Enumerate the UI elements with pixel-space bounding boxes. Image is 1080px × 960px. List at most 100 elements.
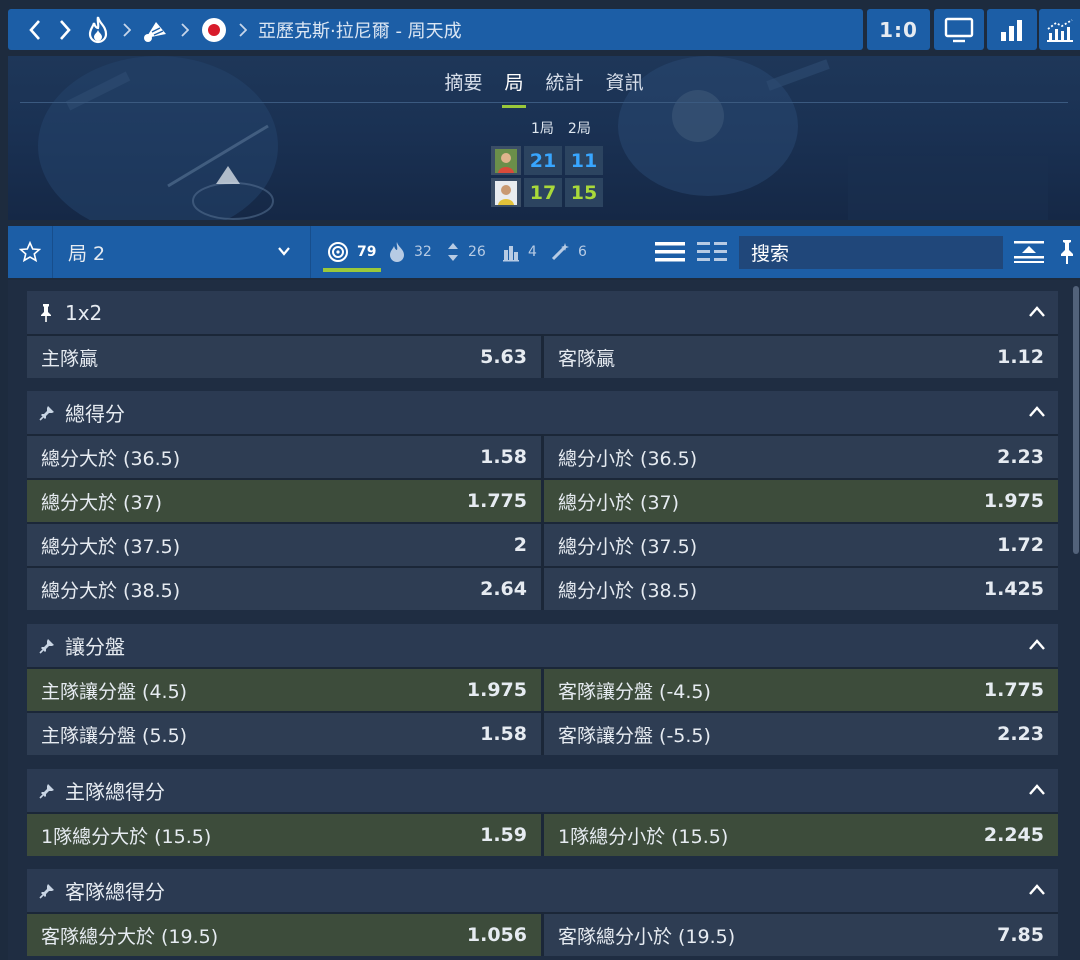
back-arrow-icon[interactable] [20, 15, 50, 45]
pin-outline-icon[interactable] [39, 783, 65, 799]
market-row: 客隊總分大於 (19.5) 1.056 客隊總分小於 (19.5) 7.85 [27, 914, 1058, 956]
market-header[interactable]: 1x2 [27, 291, 1058, 334]
scrollbar-thumb[interactable] [1073, 286, 1079, 554]
tab-sets[interactable]: 局 [502, 68, 526, 108]
filter-over-under-count: 26 [468, 244, 486, 260]
odds-button[interactable]: 1隊總分小於 (15.5) 2.245 [544, 814, 1058, 856]
market-header[interactable]: 總得分 [27, 391, 1058, 434]
odds-button[interactable]: 總分大於 (36.5) 1.58 [27, 436, 541, 478]
filter-popular[interactable]: 32 [388, 226, 432, 278]
odds-button[interactable]: 總分小於 (37.5) 1.72 [544, 524, 1058, 566]
statistics-button[interactable] [987, 9, 1037, 50]
selection-label: 總分小於 (37.5) [558, 535, 698, 558]
favorite-star-icon[interactable] [8, 226, 53, 278]
live-fire-icon[interactable] [80, 14, 116, 46]
odds-button[interactable]: 主隊讓分盤 (5.5) 1.58 [27, 713, 541, 755]
fire-icon [390, 242, 404, 262]
filter-specials[interactable]: 6 [550, 226, 587, 278]
selection-label: 1隊總分大於 (15.5) [41, 825, 212, 848]
odds-button[interactable]: 總分小於 (36.5) 2.23 [544, 436, 1058, 478]
odds-button[interactable]: 1隊總分大於 (15.5) 1.59 [27, 814, 541, 856]
market-header[interactable]: 客隊總得分 [27, 869, 1058, 912]
odds-value: 2.23 [997, 446, 1044, 468]
forward-arrow-icon[interactable] [50, 15, 80, 45]
away-set-2-score: 15 [565, 178, 603, 207]
market-header[interactable]: 主隊總得分 [27, 769, 1058, 812]
two-column-view-icon[interactable] [697, 241, 727, 267]
odds-button[interactable]: 客隊總分小於 (19.5) 7.85 [544, 914, 1058, 956]
market-home-total: 主隊總得分 1隊總分大於 (15.5) 1.59 1隊總分小於 (15.5) 2.2… [27, 769, 1058, 856]
pin-filled-icon[interactable] [39, 303, 65, 323]
set-period-select[interactable]: 局 2 [54, 226, 311, 278]
home-player-avatar [491, 146, 521, 175]
badminton-shuttlecock-icon[interactable] [138, 14, 174, 46]
odds-button[interactable]: 總分大於 (37) 1.775 [27, 480, 541, 522]
live-tracker-button[interactable] [1039, 9, 1080, 50]
chevron-down-icon [278, 247, 290, 256]
away-set-1-score: 17 [524, 178, 562, 207]
odds-button[interactable]: 總分小於 (37) 1.975 [544, 480, 1058, 522]
chevron-up-icon[interactable] [1028, 305, 1046, 319]
odds-value: 1.59 [480, 824, 527, 846]
tv-stream-button[interactable] [934, 9, 984, 50]
chevron-up-icon[interactable] [1028, 883, 1046, 897]
market-title: 主隊總得分 [65, 780, 165, 804]
odds-value: 1.425 [983, 578, 1044, 600]
pin-outline-icon[interactable] [39, 638, 65, 654]
bar-chart-icon [1001, 19, 1022, 41]
selection-label: 主隊贏 [41, 347, 99, 370]
stacked-bars-icon [503, 246, 519, 262]
market-header[interactable]: 讓分盤 [27, 624, 1058, 667]
tab-summary[interactable]: 摘要 [444, 68, 482, 101]
tab-info[interactable]: 資訊 [606, 68, 644, 101]
japan-flag-icon[interactable] [196, 14, 232, 46]
filter-over-under[interactable]: 26 [446, 226, 486, 278]
magic-wand-icon [551, 243, 569, 261]
selection-label: 1隊總分小於 (15.5) [558, 825, 729, 848]
away-player-row: 17 15 [491, 178, 603, 207]
odds-button[interactable]: 總分大於 (37.5) 2 [27, 524, 541, 566]
odds-value: 1.775 [983, 679, 1044, 701]
odds-value: 1.775 [466, 490, 527, 512]
pin-outline-icon[interactable] [39, 405, 65, 421]
selection-label: 總分小於 (37) [558, 491, 680, 514]
set-period-value: 局 2 [68, 242, 106, 265]
tv-icon [944, 17, 974, 42]
odds-value: 1.58 [480, 723, 527, 745]
odds-button[interactable]: 客隊讓分盤 (-5.5) 2.23 [544, 713, 1058, 755]
odds-button[interactable]: 主隊贏 5.63 [27, 336, 541, 378]
chevron-up-icon[interactable] [1028, 405, 1046, 419]
odds-button[interactable]: 總分大於 (38.5) 2.64 [27, 568, 541, 610]
pin-icon[interactable] [1057, 238, 1077, 270]
active-filter-underline [323, 268, 381, 272]
scrollbar[interactable] [1072, 280, 1080, 960]
tab-statistics[interactable]: 統計 [546, 68, 584, 101]
odds-button[interactable]: 客隊讓分盤 (-4.5) 1.775 [544, 669, 1058, 711]
odds-button[interactable]: 主隊讓分盤 (4.5) 1.975 [27, 669, 541, 711]
selection-label: 總分大於 (37) [41, 491, 163, 514]
search-input[interactable]: 搜索 [739, 236, 1003, 269]
odds-button[interactable]: 客隊贏 1.12 [544, 336, 1058, 378]
selection-label: 客隊總分大於 (19.5) [41, 925, 219, 948]
list-view-icon[interactable] [655, 241, 685, 267]
collapse-all-icon[interactable] [1014, 240, 1044, 268]
filter-popular-count: 32 [414, 244, 432, 260]
market-total-points: 總得分 總分大於 (36.5) 1.58 總分小於 (36.5) 2.23 總分大於… [27, 391, 1058, 610]
odds-value: 2.64 [480, 578, 527, 600]
filter-all-count: 79 [357, 244, 377, 260]
search-placeholder: 搜索 [751, 243, 790, 265]
filter-totals[interactable]: 4 [502, 226, 537, 278]
match-tabs: 摘要 局 統計 資訊 [8, 68, 1080, 108]
odds-button[interactable]: 客隊總分大於 (19.5) 1.056 [27, 914, 541, 956]
odds-value: 1.975 [466, 679, 527, 701]
odds-button[interactable]: 總分小於 (38.5) 1.425 [544, 568, 1058, 610]
market-row: 總分大於 (37) 1.775 總分小於 (37) 1.975 [27, 480, 1058, 522]
selection-label: 主隊讓分盤 (4.5) [41, 680, 188, 703]
match-title: 亞歷克斯·拉尼爾 - 周天成 [258, 20, 462, 42]
odds-value: 1.72 [997, 534, 1044, 556]
pin-outline-icon[interactable] [39, 883, 65, 899]
top-bar: 亞歷克斯·拉尼爾 - 周天成 1:0 [0, 0, 1080, 56]
market-title: 總得分 [65, 402, 125, 426]
chevron-up-icon[interactable] [1028, 783, 1046, 797]
chevron-up-icon[interactable] [1028, 638, 1046, 652]
